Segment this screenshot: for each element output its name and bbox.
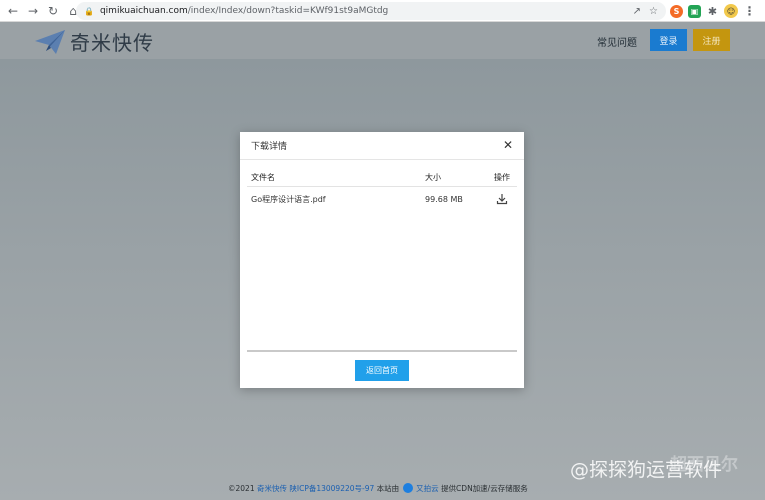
modal-header: 下载详情 ✕	[240, 132, 524, 160]
address-bar[interactable]: 🔒 qimikuaichuan.com/index/Index/down?tas…	[76, 2, 666, 20]
file-size: 99.68 MB	[425, 194, 463, 204]
extension-s-icon[interactable]: S	[670, 4, 683, 18]
table-row: Go程序设计语言.pdf 99.68 MB	[247, 187, 517, 211]
modal-title: 下载详情	[251, 142, 288, 152]
site-logo[interactable]: 奇米快传	[34, 27, 154, 56]
upyun-logo-icon	[403, 483, 414, 493]
footer-copyright: ©2021	[228, 483, 255, 493]
footer-icp-link[interactable]: 陕ICP备13009220号-97	[289, 483, 374, 494]
browser-toolbar: ← → ↻ ⌂ 🔒 qimikuaichuan.com/index/Index/…	[0, 0, 765, 22]
logo-text: 奇米快传	[70, 31, 154, 55]
browser-menu-icon[interactable]: ⋮	[743, 4, 756, 18]
faq-link[interactable]: 常见问题	[597, 34, 637, 49]
footer-site-link[interactable]: 奇米快传	[257, 483, 287, 494]
file-action-cell	[487, 192, 517, 206]
url-host: qimikuaichuan.com	[99, 6, 188, 16]
paper-plane-icon	[35, 29, 65, 54]
extensions-bar: S ▣ ✱ ☺ ⋮	[670, 2, 756, 20]
table-header: 文件名 大小 操作	[247, 168, 517, 187]
return-home-button[interactable]: 返回首页	[355, 360, 409, 381]
column-header-name: 文件名	[251, 172, 275, 182]
watermark-text: @探探狗运营软件	[570, 459, 723, 481]
download-icon[interactable]	[495, 192, 509, 206]
modal-divider	[247, 350, 517, 352]
site-header: 奇米快传 常见问题 登录 注册	[0, 22, 765, 59]
footer-hosted-by: 本站由	[376, 483, 400, 493]
column-header-action: 操作	[494, 172, 510, 182]
back-icon[interactable]: ←	[4, 2, 22, 20]
file-name: Go程序设计语言.pdf	[251, 194, 326, 204]
reload-icon[interactable]: ↻	[44, 2, 62, 20]
url-path: /index/Index/down?taskid=KWf91st9aMGtdg	[187, 6, 389, 16]
share-icon[interactable]: ↗	[633, 6, 641, 17]
register-button[interactable]: 注册	[693, 29, 730, 51]
lock-icon: 🔒	[84, 6, 94, 16]
extension-green-icon[interactable]: ▣	[688, 4, 701, 18]
forward-icon[interactable]: →	[24, 2, 42, 20]
profile-avatar-icon[interactable]: ☺	[724, 4, 738, 18]
footer-cdn-text: 提供CDN加速/云存储服务	[441, 483, 528, 493]
login-button[interactable]: 登录	[650, 29, 687, 51]
bookmark-star-icon[interactable]: ☆	[649, 6, 658, 17]
download-details-modal: 下载详情 ✕ 文件名 大小 操作 Go程序设计语言.pdf 99.68 MB 返…	[240, 132, 524, 388]
page-footer: ©2021 奇米快传 陕ICP备13009220号-97 本站由 又拍云 提供C…	[228, 482, 528, 494]
extensions-puzzle-icon[interactable]: ✱	[706, 5, 719, 18]
footer-cloud-link[interactable]: 又拍云	[416, 483, 439, 494]
file-table: 文件名 大小 操作 Go程序设计语言.pdf 99.68 MB	[247, 168, 517, 211]
column-header-size: 大小	[425, 172, 441, 182]
close-icon[interactable]: ✕	[501, 138, 515, 152]
